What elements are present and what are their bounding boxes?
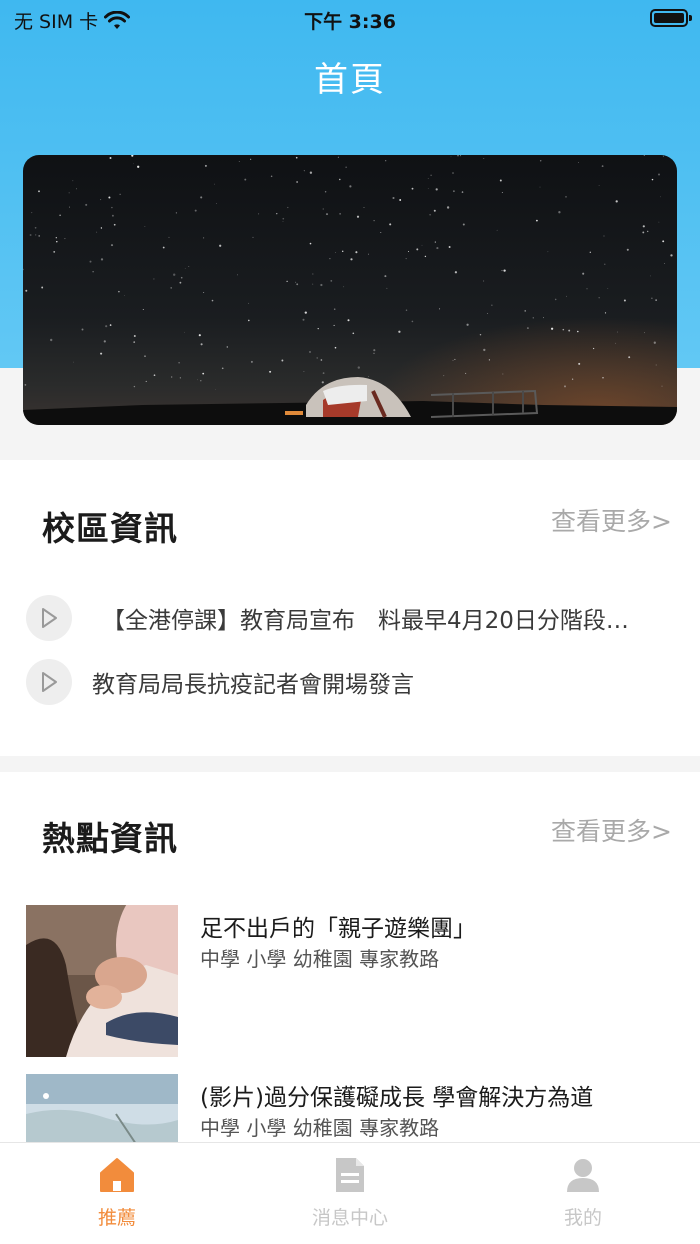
battery-icon — [650, 9, 692, 27]
tab-label: 推薦 — [97, 1207, 136, 1229]
news-title: 【全港停課】教育局宣布 料最早4月20日分階段… — [102, 608, 629, 634]
home-icon — [100, 1158, 134, 1192]
article-tags: 中學 小學 幼稚園 專家教路 — [200, 1116, 440, 1140]
play-icon — [26, 595, 72, 641]
play-icon — [26, 659, 72, 705]
page-title: 首頁 — [314, 60, 386, 100]
status-time: 下午 3:36 — [304, 11, 396, 33]
user-icon — [567, 1159, 599, 1192]
article-thumbnail — [26, 1074, 178, 1144]
tab-bar: 推薦 消息中心 我的 — [0, 1142, 700, 1244]
school-news-more-link[interactable]: 查看更多> — [551, 502, 672, 538]
hot-news-section: 熱點資訊 查看更多> 足不出戶的「親子遊樂團」 中學 小學 幼稚園 專家教路 (… — [0, 772, 700, 1144]
hot-news-more-link[interactable]: 查看更多> — [551, 812, 672, 848]
article-title: (影片)過分保護礙成長 學會解決方為道 — [200, 1085, 594, 1111]
hot-news-item[interactable]: (影片)過分保護礙成長 學會解決方為道 中學 小學 幼稚園 專家教路 — [26, 1074, 676, 1144]
tab-profile[interactable]: 我的 — [466, 1143, 700, 1244]
banner-image[interactable] — [23, 155, 677, 425]
article-thumbnail — [26, 905, 178, 1057]
section-title-hot-news: 熱點資訊 — [42, 819, 178, 858]
tab-label: 我的 — [563, 1207, 602, 1229]
article-tags: 中學 小學 幼稚園 專家教路 — [200, 947, 440, 971]
school-news-section: 校區資訊 查看更多> 【全港停課】教育局宣布 料最早4月20日分階段… 教育局局… — [0, 460, 700, 756]
list-item[interactable]: 教育局局長抗疫記者會開場發言 — [26, 659, 676, 705]
hot-news-item[interactable]: 足不出戶的「親子遊樂團」 中學 小學 幼稚園 專家教路 — [26, 905, 676, 1057]
status-bar: 无 SIM 卡 下午 3:36 — [0, 0, 700, 36]
document-icon — [336, 1158, 364, 1192]
article-title: 足不出戶的「親子遊樂團」 — [200, 916, 476, 942]
news-title: 教育局局長抗疫記者會開場發言 — [92, 672, 414, 698]
starry-night-image — [23, 155, 677, 425]
tab-message-center[interactable]: 消息中心 — [233, 1143, 467, 1244]
tab-label: 消息中心 — [311, 1207, 388, 1229]
list-item[interactable]: 【全港停課】教育局宣布 料最早4月20日分階段… — [26, 595, 676, 641]
tab-recommend[interactable]: 推薦 — [0, 1143, 234, 1244]
section-title-school-news: 校區資訊 — [42, 509, 178, 548]
